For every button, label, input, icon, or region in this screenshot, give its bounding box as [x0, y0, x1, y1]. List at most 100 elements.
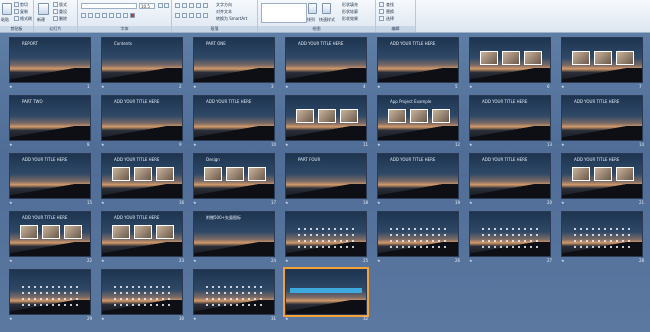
text-direction-button[interactable]: 文字方向 — [216, 2, 232, 8]
transition-icon[interactable]: ★ — [193, 258, 197, 263]
transition-icon[interactable]: ★ — [285, 142, 289, 147]
line-spacing-icon[interactable] — [203, 3, 208, 8]
transition-icon[interactable]: ★ — [193, 84, 197, 89]
transition-icon[interactable]: ★ — [469, 258, 473, 263]
bullets-icon[interactable] — [175, 3, 180, 8]
transition-icon[interactable]: ★ — [101, 316, 105, 321]
slide-thumbnail[interactable]: ADD YOUR TITLE HERE — [9, 211, 91, 257]
layout-button[interactable]: 版式 — [59, 2, 67, 8]
slide-thumbnail[interactable] — [377, 211, 459, 257]
delete-icon[interactable] — [53, 16, 58, 21]
transition-icon[interactable]: ★ — [285, 316, 289, 321]
spacing-icon[interactable] — [116, 13, 121, 18]
change-case-icon[interactable] — [123, 13, 128, 18]
slide-thumbnail[interactable]: ADD YOUR TITLE HERE — [101, 153, 183, 199]
shrink-font-icon[interactable] — [164, 3, 169, 8]
slide-thumbnail[interactable] — [101, 269, 183, 315]
transition-icon[interactable]: ★ — [469, 84, 473, 89]
slide-thumbnail[interactable] — [469, 37, 551, 83]
bold-icon[interactable] — [81, 13, 86, 18]
slide-thumbnail[interactable]: Design — [193, 153, 275, 199]
transition-icon[interactable]: ★ — [9, 142, 13, 147]
slide-thumbnail[interactable]: REPORT — [9, 37, 91, 83]
align-text-button[interactable]: 对齐文本 — [216, 9, 232, 15]
transition-icon[interactable]: ★ — [469, 200, 473, 205]
smartart-button[interactable]: 转换为 SmartArt — [216, 16, 247, 22]
align-right-icon[interactable] — [189, 13, 194, 18]
slide-thumbnail[interactable]: PART TWO — [9, 95, 91, 141]
transition-icon[interactable]: ★ — [101, 258, 105, 263]
transition-icon[interactable]: ★ — [377, 142, 381, 147]
slide-thumbnail[interactable]: ADD YOUR TITLE HERE — [9, 153, 91, 199]
shadow-icon[interactable] — [109, 13, 114, 18]
slide-thumbnail[interactable]: ADD YOUR TITLE HERE — [561, 153, 643, 199]
slide-thumbnail[interactable]: ADD YOUR TITLE HERE — [101, 211, 183, 257]
transition-icon[interactable]: ★ — [9, 316, 13, 321]
copy-icon[interactable] — [14, 9, 19, 14]
paste-button[interactable]: 粘贴 — [1, 17, 9, 23]
justify-icon[interactable] — [196, 13, 201, 18]
reset-button[interactable]: 重设 — [59, 9, 67, 15]
transition-icon[interactable]: ★ — [9, 200, 13, 205]
transition-icon[interactable]: ★ — [101, 142, 105, 147]
slide-thumbnail[interactable] — [285, 95, 367, 141]
transition-icon[interactable]: ★ — [193, 316, 197, 321]
decrease-indent-icon[interactable] — [189, 3, 194, 8]
slide-thumbnail[interactable]: ADD YOUR TITLE HERE — [377, 37, 459, 83]
slide-thumbnail[interactable]: PART FOUR — [285, 153, 367, 199]
transition-icon[interactable]: ★ — [377, 258, 381, 263]
find-icon[interactable] — [379, 2, 384, 7]
transition-icon[interactable]: ★ — [193, 200, 197, 205]
transition-icon[interactable]: ★ — [9, 84, 13, 89]
slide-thumbnail[interactable]: ADD YOUR TITLE HERE — [285, 37, 367, 83]
arrange-icon[interactable] — [308, 3, 317, 14]
transition-icon[interactable]: ★ — [101, 200, 105, 205]
slide-thumbnail[interactable]: ADD YOUR TITLE HERE — [561, 95, 643, 141]
quick-styles-button[interactable]: 快速样式 — [319, 17, 335, 23]
slide-thumbnail[interactable]: PART ONE — [193, 37, 275, 83]
paste-icon[interactable] — [2, 3, 12, 15]
italic-icon[interactable] — [88, 13, 93, 18]
slide-thumbnail[interactable]: Contents — [101, 37, 183, 83]
transition-icon[interactable]: ★ — [285, 200, 289, 205]
shape-effects-button[interactable]: 形状效果 — [342, 16, 358, 22]
slide-thumbnail[interactable]: ADD YOUR TITLE HERE — [101, 95, 183, 141]
copy-button[interactable]: 复制 — [20, 9, 28, 15]
transition-icon[interactable]: ★ — [377, 84, 381, 89]
slide-thumbnail[interactable]: ADD YOUR TITLE HERE — [469, 95, 551, 141]
slide-thumbnail[interactable] — [469, 211, 551, 257]
cut-button[interactable]: 剪切 — [20, 2, 28, 8]
increase-indent-icon[interactable] — [196, 3, 201, 8]
slide-thumbnail[interactable] — [561, 37, 643, 83]
slide-thumbnail[interactable] — [9, 269, 91, 315]
align-left-icon[interactable] — [175, 13, 180, 18]
replace-icon[interactable] — [379, 9, 384, 14]
replace-button[interactable]: 替换 — [386, 9, 394, 15]
transition-icon[interactable]: ★ — [285, 258, 289, 263]
format-painter-button[interactable]: 格式刷 — [20, 16, 32, 22]
slide-thumbnail[interactable] — [285, 211, 367, 257]
font-name-field[interactable] — [81, 3, 137, 9]
slide-thumbnail[interactable] — [193, 269, 275, 315]
slide-thumbnail[interactable]: App Project Example — [377, 95, 459, 141]
slide-thumbnail[interactable]: 附赠500+矢量图标 — [193, 211, 275, 257]
new-slide-button[interactable]: 新建 — [37, 17, 45, 23]
slide-thumbnail[interactable]: ADD YOUR TITLE HERE — [377, 153, 459, 199]
font-size-field[interactable]: 10.5 — [139, 3, 155, 9]
reset-icon[interactable] — [53, 9, 58, 14]
slide-thumbnail[interactable] — [283, 267, 369, 317]
layout-icon[interactable] — [53, 2, 58, 7]
transition-icon[interactable]: ★ — [469, 142, 473, 147]
underline-icon[interactable] — [95, 13, 100, 18]
format-painter-icon[interactable] — [14, 16, 19, 21]
align-center-icon[interactable] — [182, 13, 187, 18]
transition-icon[interactable]: ★ — [285, 84, 289, 89]
slide-thumbnail[interactable] — [561, 211, 643, 257]
transition-icon[interactable]: ★ — [561, 258, 565, 263]
slide-thumbnail[interactable]: ADD YOUR TITLE HERE — [469, 153, 551, 199]
transition-icon[interactable]: ★ — [561, 84, 565, 89]
transition-icon[interactable]: ★ — [561, 142, 565, 147]
font-color-icon[interactable] — [130, 13, 135, 18]
shape-fill-button[interactable]: 形状填充 — [342, 2, 358, 8]
transition-icon[interactable]: ★ — [561, 200, 565, 205]
